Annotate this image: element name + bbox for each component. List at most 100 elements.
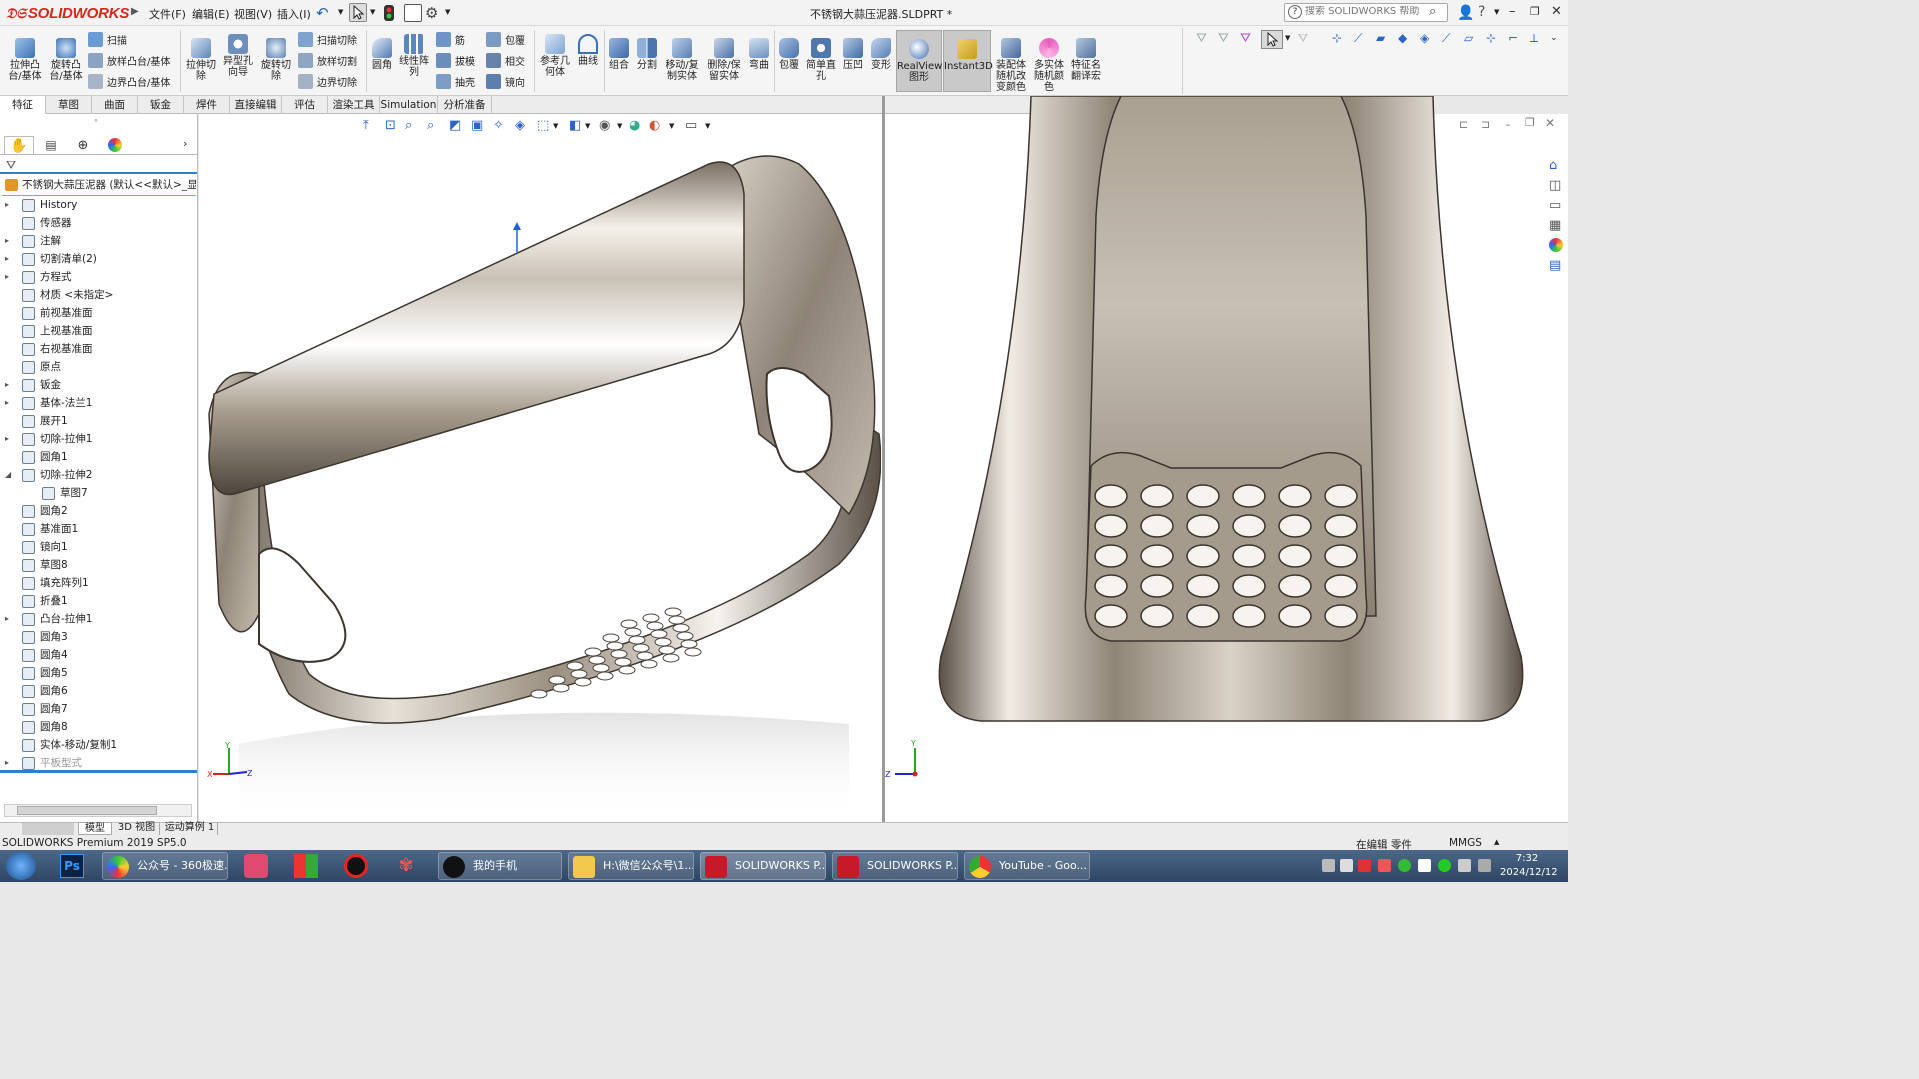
taskbar-browser-360[interactable]: 公众号 - 360极速... (102, 852, 228, 880)
wrap-button[interactable]: 包覆 (486, 32, 525, 47)
filter-axes-icon[interactable]: ⟋ (1442, 31, 1450, 46)
combine-button[interactable]: 组合 (606, 38, 632, 71)
scrollbar-thumb[interactable] (17, 806, 157, 815)
expand-arrow-icon[interactable]: ▸ (5, 196, 9, 214)
taskbar-file-explorer[interactable]: H:\微信公众号\1... (568, 852, 694, 880)
filter-edges-icon[interactable]: ⟋ (1354, 31, 1362, 46)
photoshop-icon[interactable]: Ps (60, 854, 84, 878)
display-manager-tab[interactable] (100, 136, 130, 154)
display-style-icon[interactable]: ◧ (569, 118, 581, 133)
feature-tree-item[interactable]: 圆角2 (0, 502, 196, 520)
view-settings-dropdown-icon[interactable]: ▼ (705, 122, 710, 130)
taskbar-solidworks-2[interactable]: SOLIDWORKS P... (832, 852, 958, 880)
custom-properties-icon[interactable]: ▤ (1549, 258, 1561, 273)
previous-view-icon[interactable]: ✧ (493, 118, 504, 133)
feature-tree-item[interactable]: 圆角4 (0, 646, 196, 664)
bottom-tab-model[interactable]: 模型 (78, 822, 112, 835)
swept-cut-button[interactable]: 扫描切除 (298, 32, 357, 47)
realview-graphics-button[interactable]: RealView 图形 (896, 30, 942, 92)
view-orientation-dropdown-icon[interactable]: ▼ (553, 122, 558, 130)
feature-tree-item[interactable]: ▸ 基体-法兰1 (0, 394, 196, 412)
display-style-dropdown-icon[interactable]: ▼ (585, 122, 590, 130)
tab-surfaces[interactable]: 曲面 (92, 96, 138, 114)
keyboard-tray-icon[interactable] (1322, 859, 1335, 872)
tree-horizontal-scrollbar[interactable] (4, 804, 192, 817)
mirror-button[interactable]: 镜向 (486, 74, 525, 89)
configuration-manager-tab[interactable]: ⊕ (68, 136, 98, 154)
ime-tray-icon[interactable] (1378, 859, 1391, 872)
undo-icon[interactable]: ↶ (316, 4, 334, 22)
shell-button[interactable]: 抽壳 (436, 74, 475, 89)
feature-tree-item[interactable]: 圆角8 (0, 718, 196, 736)
start-button-icon[interactable] (6, 852, 36, 880)
filter-sketch-points-icon[interactable]: ⊹ (1486, 31, 1496, 45)
rebuild-icon[interactable] (384, 5, 394, 21)
menu-view[interactable]: 视图(V) (234, 6, 272, 22)
edit-appearance-icon[interactable]: ◕ (629, 118, 640, 133)
home-icon[interactable]: ⌂ (1549, 158, 1557, 173)
options-gear-icon[interactable]: ⚙ (425, 4, 443, 22)
feature-tree-item[interactable]: 上视基准面 (0, 322, 196, 340)
zoom-to-area-icon[interactable]: ⌕ (405, 118, 412, 133)
feature-tree-item[interactable]: ▸ 凸台-拉伸1 (0, 610, 196, 628)
expand-arrow-icon[interactable]: ▸ (5, 376, 9, 394)
select-filter-dropdown-icon[interactable]: ▼ (1285, 34, 1290, 42)
boundary-boss-button[interactable]: 边界凸台/基体 (88, 74, 170, 89)
solidworks-logo[interactable]: 𝔇𝔖 SOLIDWORKS (6, 3, 129, 23)
select-dropdown-icon[interactable]: ▼ (370, 8, 375, 16)
feature-name-translate-button[interactable]: 特征名 翻译宏 (1068, 38, 1104, 82)
feature-tree-item[interactable]: 传感器 (0, 214, 196, 232)
wrap-large-button[interactable]: 包覆 (776, 38, 802, 71)
loft-boss-button[interactable]: 放样凸台/基体 (88, 53, 170, 68)
feature-tree-item[interactable]: 圆角5 (0, 664, 196, 682)
filter-toggle-icon[interactable]: ⛛ (1218, 31, 1229, 46)
revolve-cut-button[interactable]: 旋转切 除 (258, 38, 294, 82)
user-account-icon[interactable]: 👤 (1457, 5, 1474, 21)
wechat-tray-icon[interactable] (1438, 859, 1451, 872)
feature-tree-item[interactable]: ◢ 切除-拉伸2 (0, 466, 196, 484)
file-explorer-icon[interactable]: ▭ (1549, 198, 1561, 213)
viewport-close-icon[interactable]: ✕ (1545, 116, 1555, 130)
taskbar-solidworks-1[interactable]: SOLIDWORKS P... (700, 852, 826, 880)
filter-purple-icon[interactable]: ⛛ (1240, 31, 1251, 46)
volume-icon[interactable] (1458, 859, 1471, 872)
expand-arrow-icon[interactable]: ▸ (5, 430, 9, 448)
reference-geometry-button[interactable]: 参考几 何体 (538, 34, 572, 78)
feature-tree-root[interactable]: 不锈钢大蒜压泥器 (默认<<默认>_显示 (0, 176, 196, 194)
minimize-icon[interactable]: – (1509, 4, 1516, 19)
expand-arrow-icon[interactable]: ▸ (5, 610, 9, 628)
section-view-icon[interactable]: ◩ (449, 118, 461, 133)
clear-filters-icon[interactable]: ⛛ (1298, 31, 1308, 46)
menu-file[interactable]: 文件(F) (149, 6, 186, 22)
filter-sketch-segments-icon[interactable]: ⌐ (1508, 31, 1518, 45)
security-tray-icon[interactable] (1358, 859, 1371, 872)
feature-tree-item[interactable]: 展开1 (0, 412, 196, 430)
help-icon[interactable]: ? (1478, 4, 1485, 20)
tab-scroll-arrows[interactable] (22, 823, 74, 835)
tree-filter-icon[interactable]: ⛛ (6, 158, 16, 173)
feature-tree-item[interactable]: 草图7 (0, 484, 196, 502)
feature-tree-item[interactable]: 基准面1 (0, 520, 196, 538)
app-pink-icon[interactable] (244, 854, 268, 878)
feature-tree-item[interactable]: 右视基准面 (0, 340, 196, 358)
network-tray-icon[interactable] (1418, 859, 1431, 872)
appearances-icon[interactable] (1549, 238, 1563, 252)
help-search-input[interactable] (1305, 6, 1423, 17)
tab-analysis-preparation[interactable]: 分析准备 (438, 96, 492, 114)
tab-direct-editing[interactable]: 直接编辑 (230, 96, 282, 114)
viewport-splitter[interactable] (882, 96, 885, 822)
lofted-cut-button[interactable]: 放样切割 (298, 53, 357, 68)
feature-tree-item[interactable]: ▸ 切割清单(2) (0, 250, 196, 268)
bottom-tab-motion-study[interactable]: 运动算例 1 (162, 822, 218, 835)
taskbar-qq-phone[interactable]: 我的手机 (438, 852, 562, 880)
menu-insert[interactable]: 插入(I) (277, 6, 311, 22)
assembly-random-color-button[interactable]: 装配体 随机改 变颜色 (993, 38, 1029, 93)
select-filter-arrow-icon[interactable] (1261, 30, 1283, 49)
feature-manager-tab[interactable]: ✋ (4, 136, 34, 154)
tab-features[interactable]: 特征 (0, 96, 46, 114)
hole-wizard-button[interactable]: 异型孔 向导 (220, 34, 256, 78)
select-arrow-icon[interactable] (349, 3, 367, 22)
collapse-arrow-icon[interactable]: ◢ (5, 466, 11, 484)
menu-expand-arrow-icon[interactable]: ▶ (131, 6, 139, 17)
feature-tree-item[interactable]: 材质 <未指定> (0, 286, 196, 304)
